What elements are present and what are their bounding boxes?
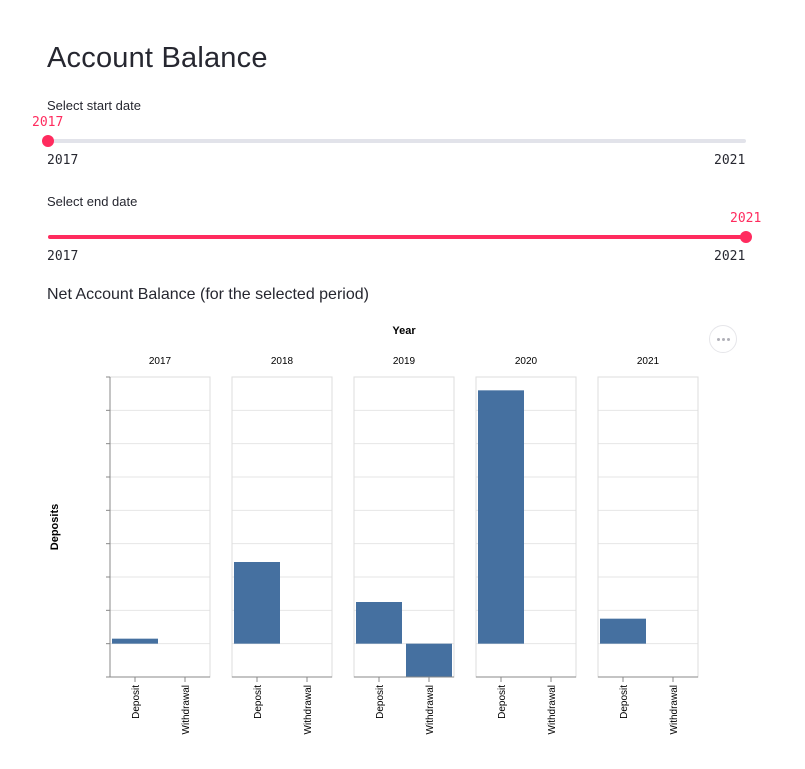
x-tick-label: Withdrawal (181, 685, 192, 734)
x-tick-label: Withdrawal (303, 685, 314, 734)
bar-2019-deposit (356, 602, 402, 644)
bar-2017-deposit (112, 638, 158, 644)
facet-panel (109, 376, 211, 678)
x-tick-label: Withdrawal (547, 685, 558, 734)
x-tick-label: Withdrawal (669, 685, 680, 734)
x-tick-label: Deposit (497, 685, 508, 719)
x-tick-label: Deposit (131, 685, 142, 719)
bar-2021-deposit (600, 618, 646, 644)
x-tick-label: Withdrawal (425, 685, 436, 734)
bar-2019-withdrawal (406, 643, 452, 677)
y-axis-title: Deposits (49, 504, 61, 550)
facet-label: 2017 (149, 356, 172, 367)
facet-label: 2018 (271, 356, 294, 367)
x-tick-label: Deposit (619, 685, 630, 719)
facet-label: 2021 (637, 356, 660, 367)
more-horizontal-icon[interactable] (709, 325, 737, 353)
facet-label: 2019 (393, 356, 416, 367)
balance-chart: Year Deposits 2017 Deposit Withdrawal 2018 Dep… (49, 325, 699, 734)
facet-label: 2020 (515, 356, 538, 367)
bar-2018-deposit (234, 562, 280, 644)
x-tick-label: Deposit (375, 685, 386, 719)
bar-2020-deposit (478, 390, 524, 644)
column-title: Year (392, 325, 416, 337)
x-tick-label: Deposit (253, 685, 264, 719)
